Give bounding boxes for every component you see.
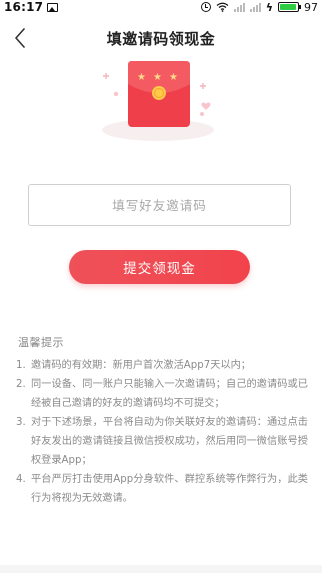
signal-sim2-icon [249,2,261,12]
tip-item: 4. 平台严厉打击使用App分身软件、群控系统等作弊行为，此类行为将视为无效邀请… [16,470,308,508]
status-bar: 16:17 ϟ 97 [0,0,322,14]
status-right: ϟ 97 [200,0,318,14]
sparkle-dot-right [200,112,204,116]
image-notification-icon [47,2,59,12]
battery-fill [280,4,297,10]
bottom-bar [0,565,322,573]
sparkle-dot-left [113,91,119,97]
nav-bar: 填邀请码领现金 [0,22,322,54]
star-icon: ★ [153,72,162,83]
tip-number: 2. [16,379,26,390]
tips-heading: 温馨提示 [18,336,64,349]
charging-icon: ϟ [265,0,273,14]
tip-number: 4. [16,474,26,485]
tip-text: 对于下述场景，平台将自动为你关联好友的邀请码：通过点击好友发出的邀请链接且微信授… [31,417,308,466]
invite-code-input[interactable] [28,184,291,226]
tip-item: 2. 同一设备、同一账户只能输入一次邀请码；自己的邀请码或已经被自己邀请的好友的… [16,375,308,413]
status-time: 16:17 [4,0,44,14]
status-left: 16:17 [4,0,59,14]
wifi-icon [216,2,229,12]
tip-text: 同一设备、同一账户只能输入一次邀请码；自己的邀请码或已经被自己邀请的好友的邀请码… [31,379,308,409]
page-title: 填邀请码领现金 [106,29,216,48]
tips-list: 1. 邀请码的有效期：新用户首次激活App7天以内； 2. 同一设备、同一账户只… [16,356,308,508]
back-button[interactable] [8,26,32,50]
tip-number: 1. [16,360,26,371]
battery-icon [278,2,301,12]
battery-percent: 97 [304,0,318,14]
star-icon: ★ [137,72,146,83]
sparkle-plus-right [200,83,206,89]
tip-number: 3. [16,417,26,428]
signal-sim1-icon [233,2,245,12]
tip-item: 3. 对于下述场景，平台将自动为你关联好友的邀请码：通过点击好友发出的邀请链接且… [16,413,308,470]
red-envelope-illustration: ★ ★ ★ [102,61,214,141]
submit-claim-cash-button[interactable]: 提交领现金 [69,250,250,284]
heart-icon [201,102,211,110]
tip-text: 邀请码的有效期：新用户首次激活App7天以内； [31,360,251,371]
star-icon: ★ [169,72,178,83]
sparkle-plus-left [103,73,109,79]
tip-text: 平台严厉打击使用App分身软件、群控系统等作弊行为，此类行为将视为无效邀请。 [31,474,308,504]
chevron-left-icon [15,28,25,48]
tip-item: 1. 邀请码的有效期：新用户首次激活App7天以内； [16,356,308,375]
alarm-clock-icon [200,2,211,12]
